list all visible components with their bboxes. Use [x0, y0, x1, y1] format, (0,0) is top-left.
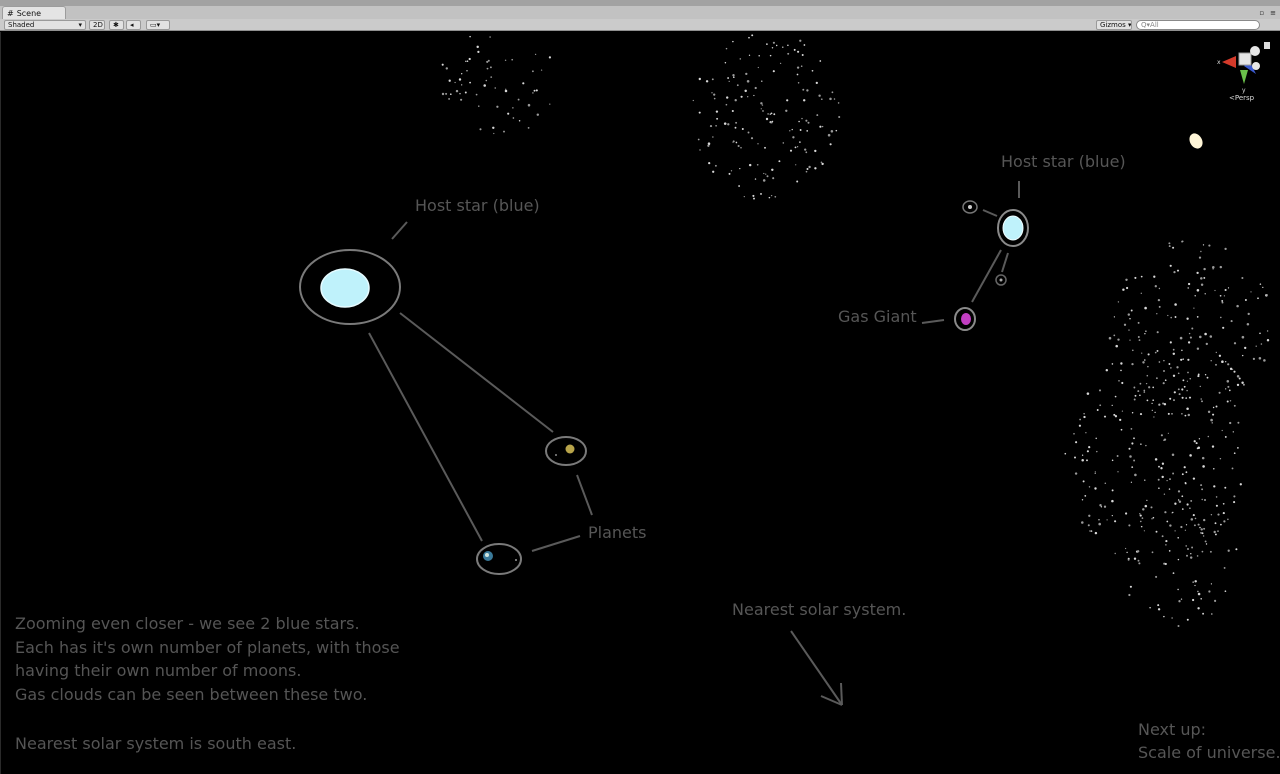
gizmo-y-cone [1240, 70, 1248, 84]
gas-giant[interactable] [954, 307, 976, 331]
projection-label: Persp [1234, 94, 1255, 102]
leader-line [982, 209, 998, 217]
label-nearest-system: Nearest solar system. [732, 600, 907, 619]
leader-line [921, 319, 945, 324]
planet-yellow[interactable] [545, 436, 587, 466]
label-next-up-topic: Scale of universe. [1138, 743, 1280, 762]
gizmo-x-label: x [1217, 59, 1221, 66]
host-star-left[interactable] [299, 249, 401, 325]
description-line: having their own number of moons. [15, 661, 302, 680]
planet-earth[interactable] [476, 543, 522, 575]
label-planets: Planets [588, 523, 647, 542]
moon-small[interactable] [962, 200, 978, 214]
leader-line [576, 474, 593, 516]
gizmo-y-label: y [1242, 87, 1246, 94]
moon-small[interactable] [995, 274, 1007, 286]
host-star-right[interactable] [997, 209, 1029, 247]
unity-editor-window: # Scene ▫ ≡ Shaded ▾ 2D ✱ ◂ ▭▾ Gizmos ▾ … [0, 0, 1280, 774]
label-gas-giant: Gas Giant [838, 307, 917, 326]
description-block: Zooming even closer - we see 2 blue star… [15, 612, 400, 706]
description-line: Gas clouds can be seen between these two… [15, 684, 368, 704]
arrow-southeast-icon [790, 630, 843, 706]
description-line: Zooming even closer - we see 2 blue star… [15, 614, 360, 633]
distant-star [1189, 133, 1203, 149]
description-line: Each has it's own number of planets, wit… [15, 637, 400, 657]
gizmo-x-cone [1222, 56, 1236, 68]
label-host-star-left: Host star (blue) [415, 196, 540, 215]
leader-line [971, 249, 1002, 303]
label-host-star-right: Host star (blue) [1001, 152, 1126, 171]
leader-line [1001, 252, 1009, 273]
leader-line [399, 312, 554, 433]
projection-toggle[interactable]: <Persp [1229, 94, 1254, 102]
leader-line [391, 221, 408, 240]
leader-line [531, 535, 581, 552]
label-next-up: Next up: [1138, 720, 1207, 739]
description-footer: Nearest solar system is south east. [15, 734, 297, 753]
